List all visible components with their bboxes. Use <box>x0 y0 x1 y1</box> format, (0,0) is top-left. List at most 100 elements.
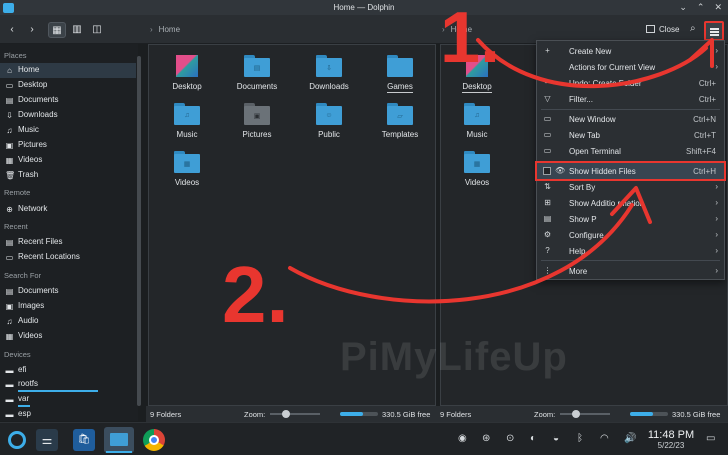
free-space-text: 330.5 GiB free <box>382 410 431 419</box>
folder-item-videos[interactable]: ▦ Videos <box>442 151 512 187</box>
title-bar: Home — Dolphin ⌄ ⌃ ✕ <box>0 0 728 16</box>
compact-view-button[interactable]: ▥ <box>68 22 86 38</box>
system-settings-icon[interactable]: ⚌ <box>36 429 58 451</box>
folder-item-music[interactable]: ♫ Music <box>152 103 222 139</box>
sidebar-item-home[interactable]: ⌂ Home <box>0 63 136 78</box>
hamburger-line <box>710 31 719 33</box>
menu-item-undo[interactable]: ↶ Undo: Create Folder Ctrl+ <box>537 75 724 91</box>
folder-item-music[interactable]: ♫ Music <box>442 103 512 139</box>
video-icon: ▦ <box>5 332 14 341</box>
wifi-icon[interactable]: ◠ <box>600 433 609 444</box>
folder-item-downloads[interactable]: ⇩ Downloads <box>294 55 364 91</box>
menu-item-open-terminal[interactable]: ▭ Open Terminal Shift+F4 <box>537 143 724 159</box>
desktop-icon: ▭ <box>5 81 14 90</box>
menu-item-show-additional-information[interactable]: ⊞ Show Additio rmation › <box>537 195 724 211</box>
sidebar-heading-devices: Devices <box>4 350 31 359</box>
sidebar-item-rootfs[interactable]: ▬ rootfs <box>0 377 136 392</box>
sidebar-item-search-audio[interactable]: ♫ Audio <box>0 314 136 329</box>
sidebar-item-trash[interactable]: 🗑 Trash <box>0 168 136 183</box>
sidebar-scrollbar[interactable] <box>137 56 141 406</box>
folder-item-desktop[interactable]: Desktop <box>152 55 222 91</box>
menu-item-help[interactable]: ? Help › <box>537 243 724 259</box>
folder-item-documents[interactable]: ▤ Documents <box>222 55 292 91</box>
application-launcher-icon[interactable] <box>8 431 26 449</box>
sidebar-item-videos[interactable]: ▦ Videos <box>0 153 136 168</box>
clipboard-icon[interactable]: ◉ <box>458 433 467 444</box>
maximize-button[interactable]: ⌃ <box>697 2 705 13</box>
sidebar-item-label: Audio <box>18 316 39 325</box>
sidebar-heading-places: Places <box>4 51 27 60</box>
volume-icon[interactable]: 🔊 <box>624 433 636 444</box>
menu-item-new-window[interactable]: ▭ New Window Ctrl+N <box>537 111 724 127</box>
menu-item-more[interactable]: ⋮ More › <box>537 263 724 279</box>
breadcrumb-left[interactable]: › Home <box>150 25 180 34</box>
sidebar-item-search-documents[interactable]: ▤ Documents <box>0 284 136 299</box>
menu-separator <box>541 109 720 110</box>
sidebar-item-search-videos[interactable]: ▦ Videos <box>0 329 136 344</box>
folder-item-games[interactable]: Games <box>365 55 435 93</box>
menu-item-configure[interactable]: ⚙ Configure › <box>537 227 724 243</box>
breadcrumb-home[interactable]: Home <box>159 25 180 34</box>
menu-item-label: Open Terminal <box>569 147 621 156</box>
close-split-button[interactable]: Close <box>646 25 679 34</box>
menu-item-label: More <box>569 267 588 276</box>
dolphin-taskbar-icon[interactable] <box>104 427 134 453</box>
eye-icon: 👁 <box>555 166 566 175</box>
menu-item-create-new[interactable]: + Create New › <box>537 43 724 59</box>
sidebar-item-desktop[interactable]: ▭ Desktop <box>0 78 136 93</box>
templates-folder-icon: ▱ <box>387 103 413 125</box>
zoom-slider-handle[interactable] <box>572 410 580 418</box>
discover-store-icon[interactable]: 🛍 <box>73 429 95 451</box>
icons-view-button[interactable]: ▦ <box>48 22 66 38</box>
steam-icon[interactable]: ⊛ <box>482 433 490 444</box>
menu-item-actions-current-view[interactable]: Actions for Current View › <box>537 59 724 75</box>
hamburger-menu-button[interactable] <box>704 21 724 41</box>
bluetooth-icon[interactable]: ᛒ <box>577 433 583 444</box>
sidebar-item-network[interactable]: ⊕ Network <box>0 202 136 217</box>
sidebar-item-pictures[interactable]: ▣ Pictures <box>0 138 136 153</box>
folder-count: 9 Folders <box>150 410 182 419</box>
folder-label: Videos <box>464 178 490 187</box>
sidebar-item-var[interactable]: ▬ var <box>0 392 136 407</box>
menu-item-filter[interactable]: ▽ Filter... Ctrl+ <box>537 91 724 107</box>
folder-item-templates[interactable]: ▱ Templates <box>365 103 435 139</box>
close-window-button[interactable]: ✕ <box>714 2 722 13</box>
taskbar: ⚌ 🛍 ◉ ⊛ ⊙ ◐ ◒ ᛒ ◠ 🔊 11:48 PM 5/22/23 ▭ <box>0 422 728 455</box>
submenu-arrow-icon: › <box>715 182 718 191</box>
headphones-icon[interactable]: ◒ <box>553 433 559 444</box>
sidebar-item-recent-files[interactable]: ▤ Recent Files <box>0 235 136 250</box>
zoom-slider[interactable] <box>270 410 320 418</box>
sidebar-item-recent-locations[interactable]: ▭ Recent Locations <box>0 250 136 265</box>
search-icon[interactable]: ⌕ <box>690 23 696 34</box>
screenshot-icon[interactable]: ⊙ <box>506 433 514 444</box>
menu-item-sort-by[interactable]: ⇅ Sort By › <box>537 179 724 195</box>
menu-separator <box>541 260 720 261</box>
sidebar-item-documents[interactable]: ▤ Documents <box>0 93 136 108</box>
zoom-slider-handle[interactable] <box>282 410 290 418</box>
sidebar-item-search-images[interactable]: ▣ Images <box>0 299 136 314</box>
forward-icon[interactable]: › <box>26 22 38 38</box>
sidebar-item-esp[interactable]: ▬ esp <box>0 407 136 422</box>
submenu-arrow-icon: › <box>715 46 718 55</box>
show-desktop-icon[interactable]: ▭ <box>706 433 715 444</box>
split-view-icon[interactable]: ◫ <box>88 22 106 38</box>
chrome-icon[interactable] <box>143 429 165 451</box>
clock[interactable]: 11:48 PM 5/22/23 <box>645 429 697 450</box>
folder-item-videos[interactable]: ▦ Videos <box>152 151 222 187</box>
audio-tray-icon[interactable]: ◐ <box>530 433 536 444</box>
menu-item-new-tab[interactable]: ▭ New Tab Ctrl+T <box>537 127 724 143</box>
show-hidden-checkbox[interactable] <box>543 167 551 175</box>
minimize-button[interactable]: ⌄ <box>679 2 687 13</box>
sidebar-item-efi[interactable]: ▬ efi <box>0 363 136 378</box>
menu-item-show-hidden-files[interactable]: 👁 Show Hidden Files Ctrl+H <box>535 161 726 181</box>
folder-item-pictures[interactable]: ▣ Pictures <box>222 103 292 139</box>
free-space-bar <box>630 412 668 416</box>
folder-item-public[interactable]: ☺ Public <box>294 103 364 139</box>
sidebar-item-downloads[interactable]: ⇩ Downloads <box>0 108 136 123</box>
sidebar-item-music[interactable]: ♫ Music <box>0 123 136 138</box>
zoom-slider[interactable] <box>560 410 610 418</box>
split-close-icon <box>646 25 655 33</box>
back-icon[interactable]: ‹ <box>6 22 18 38</box>
menu-item-show-panels[interactable]: ▤ Show P › <box>537 211 724 227</box>
menu-item-label: Show Additio rmation <box>569 199 645 208</box>
